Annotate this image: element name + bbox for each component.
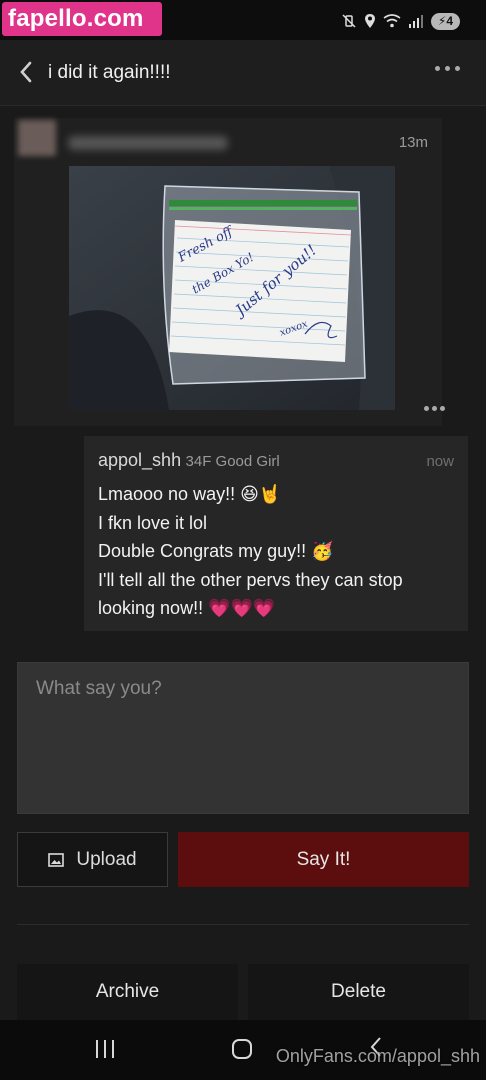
recents-icon — [96, 1040, 98, 1058]
reply-message: appol_shh 34F Good Girl now Lmaooo no wa… — [84, 436, 468, 631]
reply-line: I fkn love it lol — [98, 512, 208, 533]
conversation-header: i did it again!!!! — [0, 40, 486, 106]
home-button[interactable] — [232, 1039, 252, 1059]
message-photo[interactable]: Fresh off the Box Yo! Just for you!! xox… — [69, 166, 395, 410]
photo-options-button[interactable] — [424, 406, 445, 411]
reply-line: Double Congrats my guy!! 🥳 — [98, 541, 334, 561]
wifi-icon — [383, 14, 401, 28]
conversation-title: i did it again!!!! — [48, 62, 171, 83]
upload-label: Upload — [76, 848, 137, 870]
message-time: 13m — [398, 134, 428, 151]
recents-button[interactable] — [96, 1040, 114, 1058]
battery-indicator: ⚡4 — [430, 12, 460, 30]
reply-time: now — [426, 453, 454, 470]
upload-button[interactable]: Upload — [17, 832, 168, 887]
watermark-logo: fapello.com — [2, 2, 162, 36]
reply-header: appol_shh 34F Good Girl — [98, 450, 280, 471]
photo-image: Fresh off the Box Yo! Just for you!! xox… — [69, 166, 395, 410]
mute-vibrate-icon — [342, 14, 356, 28]
status-icons: ⚡4 — [341, 12, 460, 30]
more-horizontal-icon — [435, 66, 440, 71]
chevron-left-icon — [20, 61, 32, 83]
say-it-button[interactable]: Say It! — [178, 832, 469, 887]
reply-username[interactable]: appol_shh — [98, 450, 181, 470]
delete-button[interactable]: Delete — [248, 964, 469, 1020]
status-bar: fapello.com ⚡4 — [0, 0, 486, 40]
watermark-text: OnlyFans.com/appol_shh — [275, 1046, 480, 1066]
more-options-button[interactable] — [435, 66, 460, 71]
archive-button[interactable]: Archive — [17, 964, 238, 1020]
compose-box[interactable] — [17, 662, 469, 814]
image-icon — [48, 852, 65, 867]
more-horizontal-icon — [424, 406, 429, 411]
compose-input[interactable] — [36, 678, 450, 700]
reply-line: I'll tell all the other pervs they can s… — [98, 569, 403, 590]
reply-text: Lmaooo no way!! 😆🤘 I fkn love it lol Dou… — [98, 480, 458, 623]
reply-line: looking now!! 💗💗💗 — [98, 598, 276, 618]
location-icon — [364, 14, 375, 28]
sender-avatar[interactable] — [18, 120, 56, 156]
signal-icon — [408, 15, 423, 28]
reply-line: Lmaooo no way!! 😆🤘 — [98, 484, 282, 504]
divider — [17, 924, 469, 925]
sender-name-redacted — [68, 136, 228, 150]
reply-tagline: 34F Good Girl — [185, 453, 280, 470]
original-message: 13m Fresh off the Box Yo! Just for you!!… — [14, 118, 445, 426]
back-button[interactable] — [18, 60, 42, 84]
